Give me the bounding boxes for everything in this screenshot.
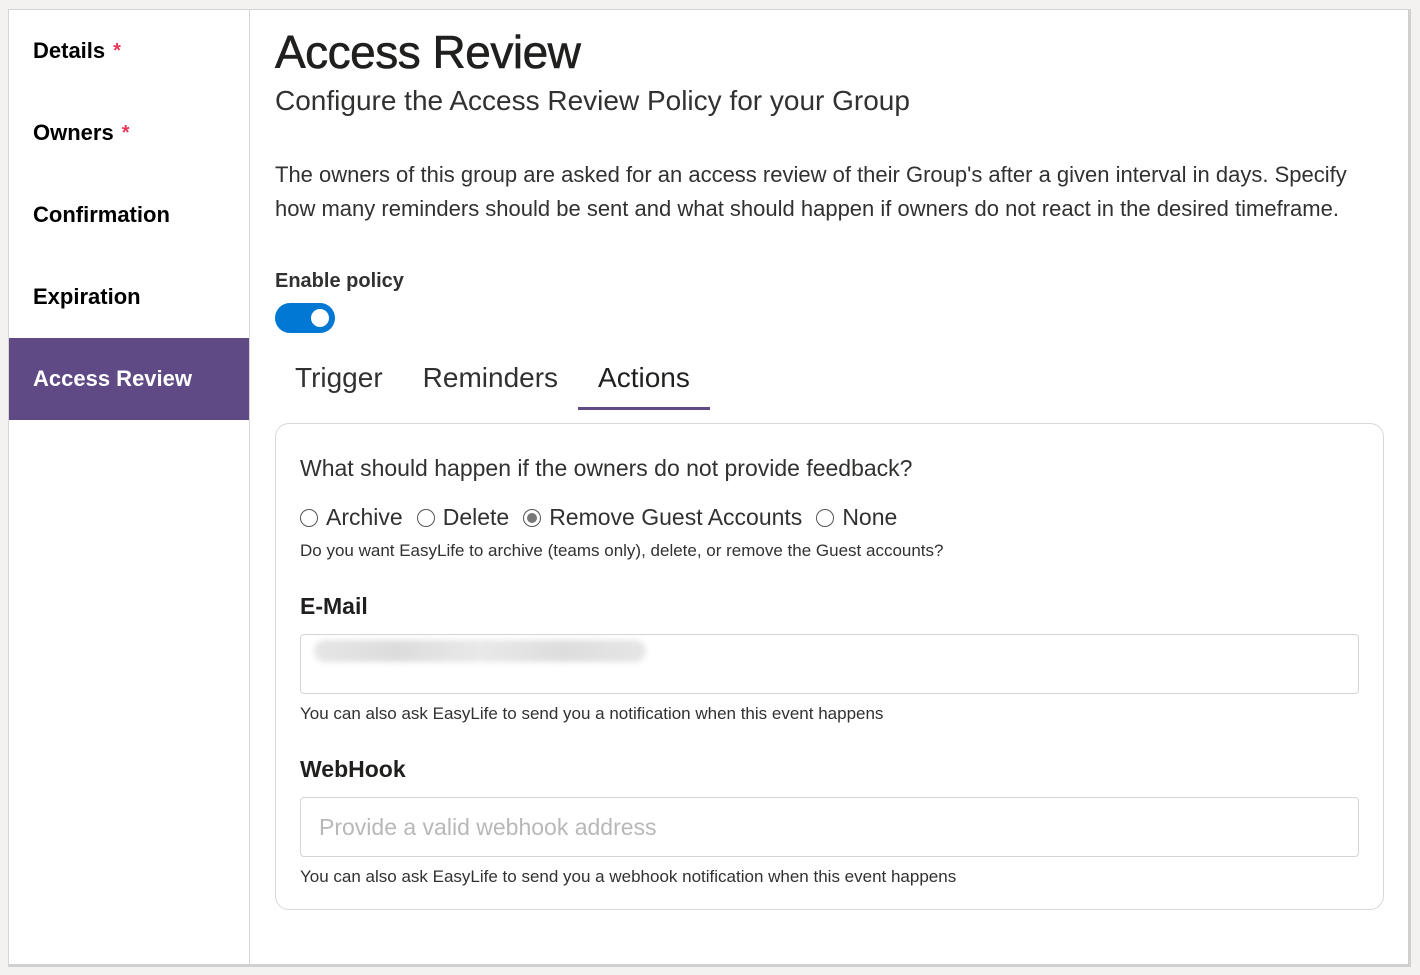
sidebar-item-expiration[interactable]: Expiration: [9, 256, 249, 338]
sidebar-item-label: Expiration: [33, 284, 141, 309]
radio-remove-guest-accounts[interactable]: Remove Guest Accounts: [523, 504, 802, 531]
page-title: Access Review: [275, 26, 581, 79]
required-mark: *: [113, 39, 121, 62]
sidebar-item-label: Confirmation: [33, 202, 170, 227]
page-subtitle: Configure the Access Review Policy for y…: [275, 85, 910, 116]
webhook-field[interactable]: [300, 797, 1359, 857]
blurred-email-value: [314, 640, 646, 662]
tab-trigger[interactable]: Trigger: [275, 353, 403, 409]
radio-circle-icon[interactable]: [416, 508, 435, 527]
wizard-panel: Details * Owners * Confirmation Expirati…: [8, 9, 1411, 967]
policy-tabs: Trigger Reminders Actions: [275, 353, 1382, 410]
radio-circle-icon[interactable]: [816, 508, 835, 527]
radio-archive[interactable]: Archive: [300, 504, 403, 531]
toggle-knob: [311, 309, 329, 327]
page-description: The owners of this group are asked for a…: [275, 162, 1347, 221]
sidebar-item-owners[interactable]: Owners *: [9, 92, 249, 174]
tab-reminders[interactable]: Reminders: [403, 353, 578, 409]
radio-label: None: [842, 504, 898, 530]
main-content: Access Review Configure the Access Revie…: [275, 10, 1384, 910]
sidebar-item-access-review[interactable]: Access Review: [9, 338, 249, 420]
radio-circle-checked-icon[interactable]: [523, 508, 542, 527]
sidebar-item-details[interactable]: Details *: [9, 10, 249, 92]
webhook-label: WebHook: [300, 756, 406, 782]
actions-card: What should happen if the owners do not …: [275, 423, 1384, 910]
actions-question: What should happen if the owners do not …: [300, 455, 913, 481]
sidebar-item-label: Details: [33, 38, 106, 63]
sidebar-nav: Details * Owners * Confirmation Expirati…: [9, 10, 250, 964]
tab-actions[interactable]: Actions: [578, 353, 710, 410]
radio-label: Delete: [442, 504, 510, 530]
radio-delete[interactable]: Delete: [416, 504, 510, 531]
webhook-hint: You can also ask EasyLife to send you a …: [300, 867, 957, 886]
sidebar-item-confirmation[interactable]: Confirmation: [9, 174, 249, 256]
sidebar-item-label: Owners: [33, 120, 114, 145]
radio-label: Archive: [326, 504, 403, 530]
radio-circle-icon[interactable]: [300, 508, 318, 527]
sidebar-item-label: Access Review: [33, 366, 192, 391]
email-field-wrapper: [300, 620, 1359, 694]
actions-hint: Do you want EasyLife to archive (teams o…: [300, 541, 944, 560]
radio-none[interactable]: None: [816, 504, 897, 531]
email-hint: You can also ask EasyLife to send you a …: [300, 704, 884, 723]
email-label: E-Mail: [300, 593, 368, 619]
action-radio-group: Archive Delete Remove Guest Accounts Non…: [300, 504, 1359, 531]
enable-policy-toggle[interactable]: [275, 303, 335, 333]
required-mark: *: [121, 121, 130, 144]
enable-policy-label: Enable policy: [275, 270, 404, 292]
radio-label: Remove Guest Accounts: [549, 504, 803, 530]
